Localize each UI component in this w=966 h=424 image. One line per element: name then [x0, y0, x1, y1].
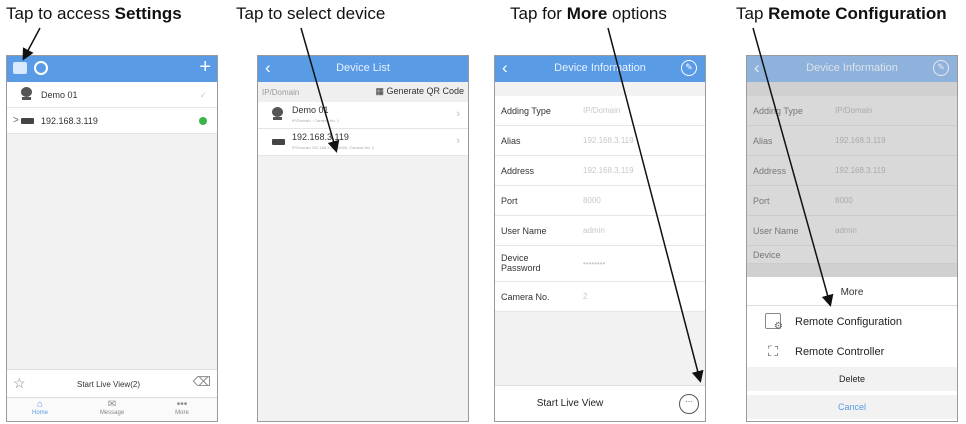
- tab-message[interactable]: ✉ Message: [87, 399, 137, 416]
- device-row-dvr[interactable]: > 192.168.3.119: [7, 108, 217, 134]
- field-row: Address 192.168.3.119: [747, 156, 957, 186]
- caption-select-device: Tap to select device: [236, 4, 386, 23]
- remote-configuration-icon: [765, 313, 783, 332]
- more-options-icon[interactable]: ···: [679, 394, 699, 414]
- field-value[interactable]: 192.168.3.119: [583, 136, 634, 145]
- tab-bar: ⌂ Home ✉ Message ••• More: [7, 397, 217, 421]
- delete-button[interactable]: Delete: [747, 367, 957, 391]
- field-row: Adding Type IP/Domain: [747, 96, 957, 126]
- screen-home: + Demo 01 ✓ > 192.168.3.119 ☆ Start Live…: [6, 55, 218, 422]
- remote-configuration-option[interactable]: Remote Configuration: [747, 307, 957, 337]
- generate-qr-button[interactable]: ▦ Generate QR Code: [375, 86, 464, 97]
- field-row: User Name admin: [495, 216, 705, 246]
- field-value[interactable]: 192.168.3.119: [583, 166, 634, 175]
- chevron-right-icon: ›: [456, 135, 460, 147]
- start-live-view-button[interactable]: Start Live View: [495, 398, 645, 409]
- star-icon[interactable]: ☆: [13, 375, 26, 392]
- field-value[interactable]: 8000: [583, 196, 601, 205]
- section-label: IP/Domain: [262, 88, 300, 97]
- device-detail: IP/Domain · Camera No. 1: [292, 118, 340, 123]
- field-value[interactable]: 2: [583, 292, 587, 301]
- field-value[interactable]: IP/Domain: [583, 106, 620, 115]
- page-title: Device Information: [554, 62, 646, 74]
- top-bar: ‹ Device Information ✎: [747, 56, 957, 82]
- device-name: Demo 01: [292, 105, 329, 115]
- edit-icon[interactable]: ✎: [681, 60, 697, 76]
- message-icon: ✉: [107, 399, 117, 410]
- device-name: 192.168.3.119: [292, 132, 349, 142]
- arrow-settings: [22, 27, 41, 61]
- caption-remote-configuration: Tap Remote Configuration: [736, 4, 947, 23]
- qr-icon: ▦: [375, 86, 387, 96]
- top-bar: +: [7, 56, 217, 82]
- top-bar: ‹ Device List: [258, 56, 468, 82]
- device-row-demo[interactable]: Demo 01 IP/Domain · Camera No. 1 ›: [258, 102, 468, 129]
- home-icon: ⌂: [36, 399, 44, 410]
- device-list: Demo 01 ✓ > 192.168.3.119: [7, 82, 217, 134]
- field-value[interactable]: admin: [583, 226, 605, 235]
- start-live-view-bar: Start Live View ···: [495, 385, 705, 421]
- screen-more-sheet: ‹ Device Information ✎ Adding Type IP/Dom…: [746, 55, 958, 422]
- more-dots-icon: •••: [176, 399, 188, 410]
- screen-device-list: ‹ Device List IP/Domain ▦ Generate QR Co…: [257, 55, 469, 422]
- expand-chevron-icon[interactable]: >: [13, 115, 19, 126]
- remote-controller-option[interactable]: ⛶ Remote Controller: [747, 337, 957, 367]
- start-live-view-button[interactable]: Start Live View(2): [77, 380, 140, 389]
- chevron-right-icon: ›: [456, 108, 460, 120]
- eraser-icon[interactable]: ⌫: [193, 374, 211, 390]
- field-row: Device: [747, 246, 957, 264]
- device-info-form: Adding Type IP/Domain Alias 192.168.3.119 …: [495, 96, 705, 312]
- chevron-icon: ✓: [199, 90, 207, 100]
- field-row: Adding Type IP/Domain: [495, 96, 705, 126]
- tab-home[interactable]: ⌂ Home: [15, 399, 65, 416]
- device-row-dvr[interactable]: 192.168.3.119 IP/Domain 192.168.3.119:80…: [258, 129, 468, 156]
- sheet-title: More: [840, 287, 864, 298]
- device-list: Demo 01 IP/Domain · Camera No. 1 › 192.1…: [258, 102, 468, 156]
- playback-icon[interactable]: [34, 61, 48, 75]
- divider: [747, 305, 957, 306]
- edit-icon[interactable]: ✎: [933, 60, 949, 76]
- field-value[interactable]: ••••••••: [583, 259, 605, 268]
- field-row: Alias 192.168.3.119: [747, 126, 957, 156]
- camera-icon: [21, 87, 32, 101]
- caption-settings: Tap to access Settings: [6, 4, 182, 23]
- caption-more-options: Tap for More options: [510, 4, 667, 23]
- page-title: Device Information: [806, 62, 898, 74]
- field-row: Camera No. 2: [495, 282, 705, 312]
- screen-device-information: ‹ Device Information ✎ Adding Type IP/Dom…: [494, 55, 706, 422]
- device-detail: IP/Domain 192.168.3.119:8000, Camera No.…: [292, 145, 375, 150]
- live-view-bar: ☆ Start Live View(2) ⌫: [7, 369, 217, 397]
- cancel-button[interactable]: Cancel: [747, 395, 957, 419]
- section-header: IP/Domain ▦ Generate QR Code: [258, 82, 468, 102]
- more-action-sheet: More Remote Configuration ⛶ Remote Contr…: [747, 277, 957, 421]
- field-row: Port 8000: [747, 186, 957, 216]
- dvr-icon: [272, 139, 285, 145]
- dvr-icon: [21, 118, 34, 124]
- top-bar: ‹ Device Information ✎: [495, 56, 705, 82]
- add-device-button[interactable]: +: [199, 56, 211, 79]
- field-row: Port 8000: [495, 186, 705, 216]
- camera-icon: [272, 107, 283, 121]
- tab-more[interactable]: ••• More: [157, 399, 207, 416]
- device-info-form-dimmed: Adding Type IP/Domain Alias 192.168.3.119 …: [747, 96, 957, 264]
- field-row: User Name admin: [747, 216, 957, 246]
- page-title: Device List: [336, 62, 390, 74]
- field-row: Device Password ••••••••: [495, 246, 705, 282]
- remote-controller-icon: ⛶: [768, 343, 778, 359]
- field-row: Address 192.168.3.119: [495, 156, 705, 186]
- device-label: Demo 01: [41, 90, 78, 100]
- field-row: Alias 192.168.3.119: [495, 126, 705, 156]
- device-label: 192.168.3.119: [41, 116, 98, 126]
- settings-folder-icon[interactable]: [13, 62, 27, 74]
- device-row-demo[interactable]: Demo 01 ✓: [7, 82, 217, 108]
- online-status-dot: [199, 117, 207, 125]
